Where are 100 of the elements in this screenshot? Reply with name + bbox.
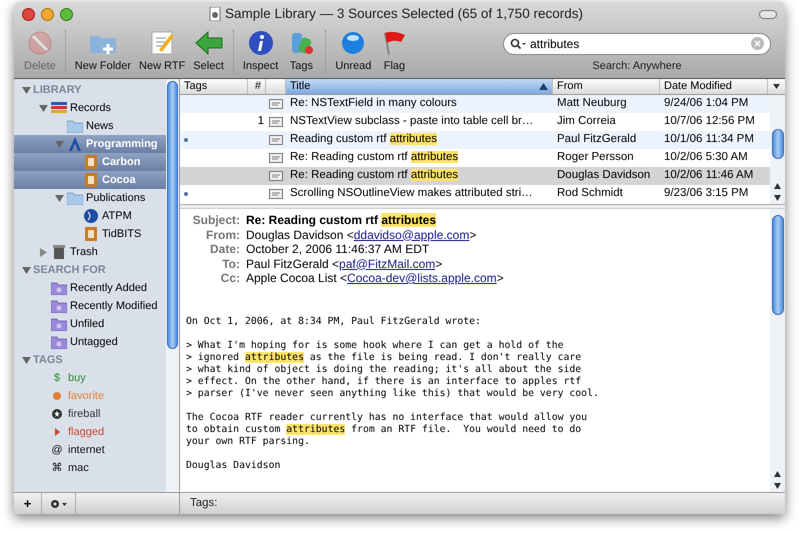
expanded-triangle-icon[interactable] <box>22 266 31 274</box>
tag-symbol: ⌘ <box>50 460 64 476</box>
table-cell: 9/24/06 1:04 PM <box>664 97 748 110</box>
tag-symbol: $ <box>52 370 62 386</box>
search-scope-label: Search: Anywhere <box>592 58 682 74</box>
column-header[interactable]: Title <box>286 79 553 94</box>
tag-item[interactable]: fireball <box>14 405 166 423</box>
flower-icon <box>52 391 62 401</box>
envelope-icon <box>269 189 283 199</box>
sidebar-item[interactable]: News <box>14 117 166 135</box>
search-icon <box>510 38 526 50</box>
column-header[interactable]: # <box>248 79 266 94</box>
scroll-thumb[interactable] <box>772 215 784 315</box>
scroll-down-icon[interactable] <box>774 483 781 489</box>
collapsed-triangle-icon[interactable] <box>38 248 48 256</box>
envelope-icon <box>269 153 283 163</box>
search-input[interactable]: attributes <box>530 34 747 52</box>
scroll-up-icon[interactable] <box>774 183 781 189</box>
toolbar-button[interactable]: Flag <box>375 30 414 74</box>
document-icon <box>83 155 99 169</box>
table-row[interactable]: Reading custom rtf attributes Paul FitzGerald 10/1/06 11:34 PM <box>180 131 770 149</box>
table-cell: Scrolling NSOutlineView makes attributed stri… <box>290 187 533 200</box>
column-header[interactable]: Date Modified <box>660 79 768 94</box>
section-header: LIBRARY <box>33 82 82 98</box>
toolbar-toggle-button[interactable] <box>759 10 777 18</box>
smart-folder-icon <box>51 281 67 295</box>
smart-folder-icon <box>51 317 67 331</box>
minimize-button[interactable] <box>41 8 54 20</box>
header-value: Douglas Davidson <ddavidso@apple.com> <box>246 228 478 242</box>
trash-icon <box>51 245 67 259</box>
sidebar-item[interactable]: Recently Added <box>14 279 166 297</box>
toolbar-button[interactable]: Inspect <box>238 30 282 74</box>
sidebar-item[interactable]: Untagged <box>14 333 166 351</box>
table-cell: 10/1/06 11:34 PM <box>664 133 754 146</box>
table-row[interactable]: Re: Reading custom rtf attributes Douglas Davidson 10/2/06 11:46 AM <box>180 167 770 185</box>
window-title: Sample Library — 3 Sources Selected (65 of 1,750 records) <box>225 4 583 23</box>
header-label: Subject: <box>192 213 240 228</box>
compass-icon <box>67 137 83 151</box>
table-cell: Paul FitzGerald <box>557 133 636 146</box>
table-cell: Rod Schmidt <box>557 187 623 200</box>
envelope-icon <box>269 171 283 181</box>
tag-item[interactable]: ⌘ mac <box>14 459 166 477</box>
stacked-books-icon <box>51 101 67 115</box>
scroll-thumb[interactable] <box>772 129 784 159</box>
table-cell: 9/23/06 3:15 PM <box>664 187 748 200</box>
folder-icon <box>67 191 83 205</box>
sidebar-item[interactable]: Publications <box>14 189 166 207</box>
sidebar-item[interactable]: Unfiled <box>14 315 166 333</box>
toolbar-button[interactable]: New RTF <box>135 30 190 74</box>
table-cell: Matt Neuburg <box>557 97 627 110</box>
table-cell: 1 <box>258 115 264 128</box>
scroll-up-icon[interactable] <box>774 471 781 477</box>
tag-item[interactable]: @ internet <box>14 441 166 459</box>
gear-icon <box>50 498 68 508</box>
table-cell: NSTextView subclass - paste into table cell br… <box>290 115 534 128</box>
tags-label: Tags: <box>190 496 218 511</box>
column-header[interactable]: From <box>553 79 660 94</box>
sort-ascending-icon <box>539 83 548 90</box>
scrollbar[interactable] <box>770 209 785 492</box>
sidebar-item[interactable]: ATPM <box>14 207 166 225</box>
email-link[interactable]: Cocoa-dev@lists.apple.com <box>347 271 497 285</box>
sidebar-item[interactable]: TidBITS <box>14 225 166 243</box>
star-circle-icon <box>52 409 62 419</box>
section-header: TAGS <box>33 352 63 368</box>
table-cell: 10/2/06 11:46 AM <box>664 169 754 182</box>
folder-icon <box>67 119 83 133</box>
column-menu-icon[interactable] <box>773 84 780 89</box>
sidebar-item[interactable]: Recently Modified <box>14 297 166 315</box>
search-field[interactable]: attributes <box>503 32 771 54</box>
triangle-icon <box>52 427 62 437</box>
header-value: Re: Reading custom rtf attributes <box>246 213 438 228</box>
toolbar-button[interactable]: Select <box>189 30 228 74</box>
scrollbar[interactable] <box>166 79 179 492</box>
table-cell: 10/2/06 5:30 AM <box>664 151 748 164</box>
toolbar-button[interactable]: New Folder <box>70 30 136 74</box>
sidebar-item[interactable]: Records <box>14 99 166 117</box>
toolbar-button[interactable]: Tags <box>282 30 320 74</box>
table-row[interactable]: Re: NSTextField in many colours Matt Neuburg 9/24/06 1:04 PM <box>180 95 770 113</box>
sidebar-item[interactable]: Trash <box>14 243 166 261</box>
email-link[interactable]: paf@FitzMail.com <box>339 256 436 270</box>
header-label: To: <box>221 256 240 271</box>
add-button[interactable]: + <box>14 493 42 514</box>
close-button[interactable] <box>22 8 35 20</box>
paragraph: The Cocoa RTF reader currently has no interface that would allow you to obtain custom attributes from an RTF file. You would need to do your own RTF parsing. <box>186 412 588 448</box>
email-link[interactable]: ddavidso@apple.com <box>354 228 470 242</box>
table-cell: 10/7/06 12:56 PM <box>664 115 755 128</box>
table-cell: Reading custom rtf attributes <box>290 133 438 146</box>
header-label: From: <box>205 228 240 242</box>
table-cell: Jim Correia <box>557 115 616 128</box>
zoom-button[interactable] <box>60 8 73 20</box>
paragraph: On Oct 1, 2006, at 8:34 PM, Paul FitzGerald wrote: <box>186 316 482 328</box>
expanded-triangle-icon[interactable] <box>54 194 64 202</box>
table-cell: Re: NSTextField in many colours <box>290 97 457 110</box>
scroll-thumb[interactable] <box>167 81 178 349</box>
expanded-triangle-icon[interactable] <box>22 356 31 364</box>
scrollbar[interactable] <box>770 95 785 204</box>
column-header[interactable]: Tags <box>180 79 248 94</box>
toolbar-button[interactable]: Unread <box>331 30 376 74</box>
scroll-down-icon[interactable] <box>774 195 781 201</box>
table-cell: Roger Persson <box>557 151 634 164</box>
